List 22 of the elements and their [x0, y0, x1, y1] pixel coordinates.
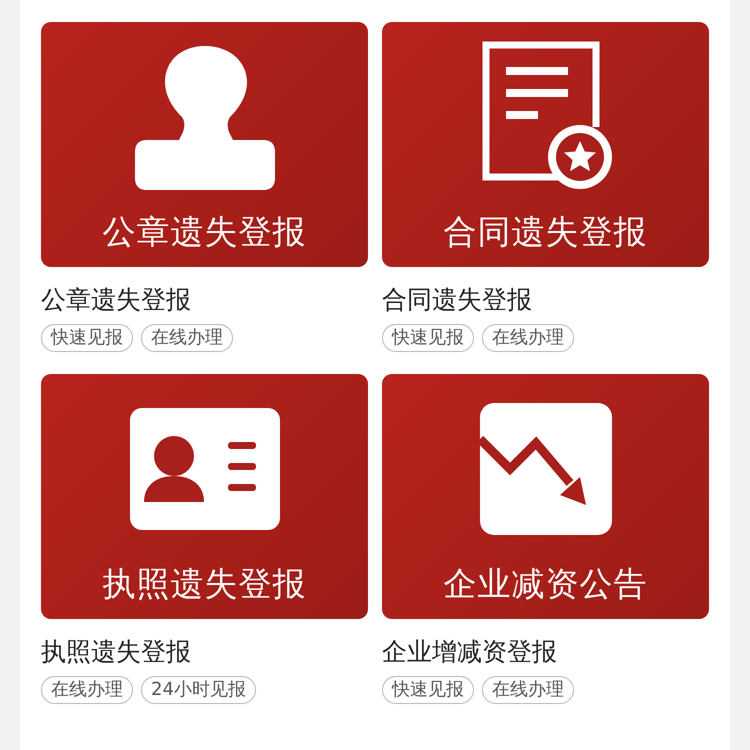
banner-label: 合同遗失登报: [444, 211, 648, 253]
tag: 在线办理: [141, 324, 233, 352]
service-title: 执照遗失登报: [41, 636, 192, 668]
service-title: 合同遗失登报: [382, 284, 533, 316]
service-title: 企业增减资登报: [382, 636, 558, 668]
banner-label: 执照遗失登报: [102, 563, 306, 605]
tag: 快速见报: [382, 324, 474, 352]
declining-chart-icon: [480, 403, 612, 535]
tag: 在线办理: [41, 676, 133, 704]
tag: 在线办理: [482, 324, 574, 352]
tag: 快速见报: [382, 676, 474, 704]
tag: 快速见报: [41, 324, 133, 352]
banner-label: 公章遗失登报: [102, 211, 306, 253]
service-banner[interactable]: 企业减资公告: [382, 374, 709, 619]
service-banner[interactable]: 合同遗失登报: [382, 22, 709, 267]
tag: 24小时见报: [141, 676, 256, 704]
id-card-icon: [130, 408, 280, 530]
service-banner[interactable]: 公章遗失登报: [41, 22, 368, 267]
service-banner[interactable]: 执照遗失登报: [41, 374, 368, 619]
tag: 在线办理: [482, 676, 574, 704]
service-title: 公章遗失登报: [41, 284, 192, 316]
banner-label: 企业减资公告: [444, 563, 648, 605]
